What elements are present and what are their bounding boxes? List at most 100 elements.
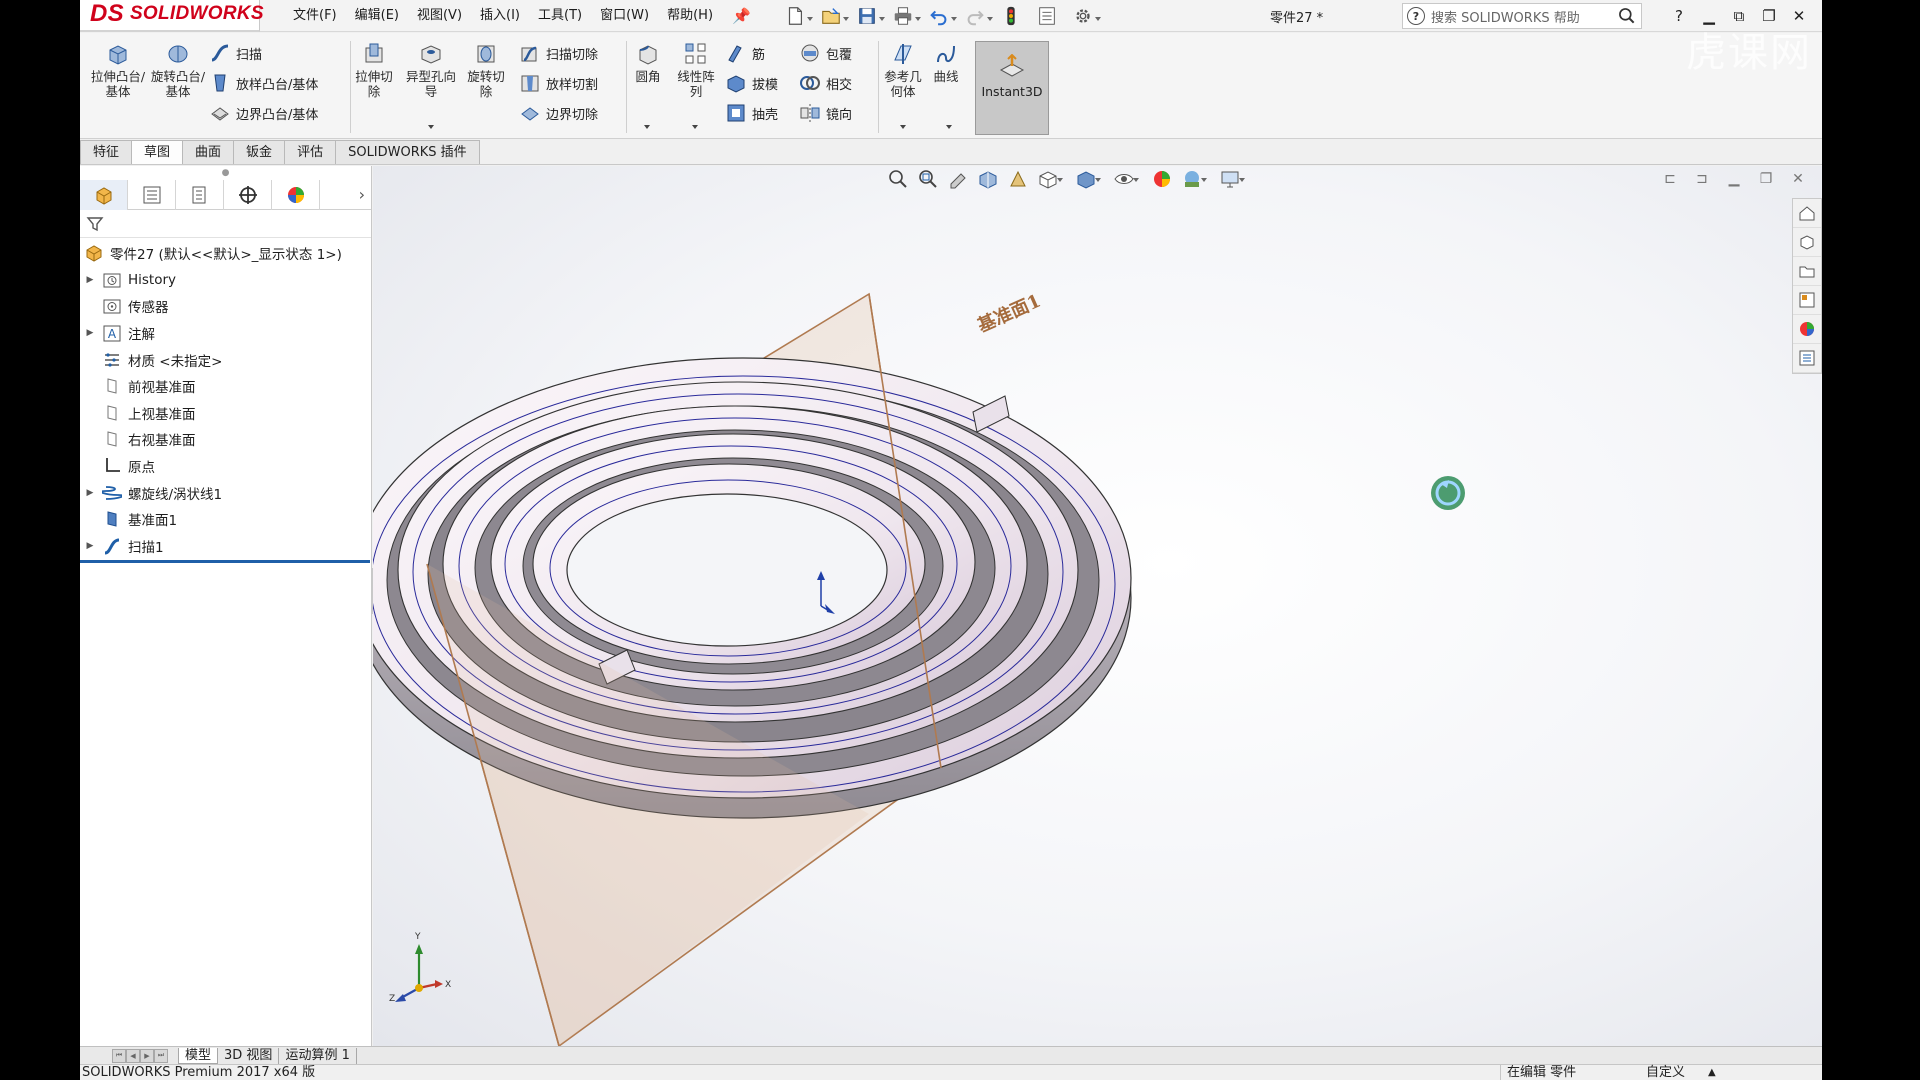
print-button[interactable] — [885, 2, 921, 30]
origin-icon — [106, 458, 120, 472]
panel-grip[interactable]: ● — [80, 166, 371, 180]
graphics-area[interactable]: ⊏ ⊐ ▁ ❐ ✕ 基准面1 Y X Z — [373, 166, 1822, 1046]
expand-arrow-icon[interactable]: ▶ — [80, 488, 100, 498]
extrude-cut-button[interactable]: 拉伸切除 — [352, 39, 396, 99]
tree-item-sensors[interactable]: 传感器 — [80, 293, 371, 320]
rollback-bar[interactable] — [80, 560, 370, 564]
part-icon — [86, 245, 102, 262]
boundary-cut-button[interactable]: 边界切除 — [518, 101, 598, 125]
tree-filter[interactable] — [80, 210, 371, 238]
options-button[interactable] — [1065, 2, 1101, 30]
revolve-cut-button[interactable]: 旋转切除 — [462, 39, 510, 99]
draft-icon — [727, 75, 745, 93]
tree-item-history[interactable]: ▶ History — [80, 267, 371, 294]
extrude-boss-button[interactable]: 拉伸凸台/基体 — [90, 39, 146, 99]
search-icon[interactable] — [1614, 4, 1640, 28]
plane-icon — [107, 511, 117, 527]
expand-arrow-icon[interactable]: ▶ — [80, 275, 100, 285]
file-properties-button[interactable] — [1029, 2, 1065, 30]
property-manager-tab[interactable] — [128, 179, 176, 210]
tree-item-plane1[interactable]: 基准面1 — [80, 506, 371, 533]
tree-item-origin[interactable]: 原点 — [80, 453, 371, 480]
tab-sheet-metal[interactable]: 钣金 — [233, 140, 286, 164]
tree-item-top-plane[interactable]: 上视基准面 — [80, 400, 371, 427]
menu-tools[interactable]: 工具(T) — [529, 1, 591, 31]
new-document-button[interactable] — [777, 2, 813, 30]
dimxpert-manager-tab[interactable] — [224, 179, 272, 210]
tree-item-front-plane[interactable]: 前视基准面 — [80, 373, 371, 400]
loft-cut-button[interactable]: 放样切割 — [518, 71, 598, 95]
caret-up-icon[interactable]: ▲ — [1708, 1065, 1716, 1080]
display-manager-tab[interactable] — [272, 179, 320, 210]
spiral-inner-hole — [566, 493, 888, 647]
tree-item-helix[interactable]: ▶ 螺旋线/涡状线1 — [80, 479, 371, 506]
redo-button[interactable] — [957, 2, 993, 30]
reference-geometry-button[interactable]: 参考几何体 — [880, 39, 926, 99]
tab-3d-views[interactable]: 3D 视图 — [218, 1047, 280, 1064]
tree-item-annotations[interactable]: ▶ A 注解 — [80, 320, 371, 347]
tree-root-label: 零件27 (默认<<默认>_显示状态 1>) — [110, 247, 342, 264]
configuration-manager-tab[interactable] — [176, 179, 224, 210]
expand-arrow-icon[interactable]: ▶ — [80, 328, 100, 338]
shell-button[interactable]: 抽壳 — [724, 101, 778, 125]
menu-insert[interactable]: 插入(I) — [471, 1, 529, 31]
tab-sketch[interactable]: 草图 — [131, 140, 184, 164]
new-document-icon — [788, 6, 802, 25]
loft-boss-button[interactable]: 放样凸台/基体 — [208, 71, 318, 95]
feature-manager-tab[interactable] — [80, 179, 128, 210]
curves-button[interactable]: 曲线 — [928, 39, 964, 84]
expand-arrow-icon[interactable]: ▶ — [80, 541, 100, 551]
tab-features[interactable]: 特征 — [80, 140, 133, 164]
tab-motion-study[interactable]: 运动算例 1 — [279, 1047, 357, 1064]
menu-window[interactable]: 窗口(W) — [591, 1, 658, 31]
status-units[interactable]: 自定义 — [1646, 1065, 1685, 1080]
boundary-boss-button[interactable]: 边界凸台/基体 — [208, 101, 318, 125]
pin-icon[interactable]: 📌 — [732, 7, 751, 25]
mirror-button[interactable]: 镜向 — [798, 101, 852, 125]
fillet-icon — [639, 45, 657, 65]
menu-view[interactable]: 视图(V) — [408, 1, 471, 31]
sweep-cut-button[interactable]: 扫描切除 — [518, 41, 598, 65]
solidworks-logo[interactable]: DS SOLIDWORKS — [80, 0, 264, 32]
document-title: 零件27 * — [1270, 11, 1324, 26]
wrap-button[interactable]: 包覆 — [798, 41, 852, 65]
chevron-right-icon[interactable]: › — [359, 185, 365, 204]
tree-item-right-plane[interactable]: 右视基准面 — [80, 426, 371, 453]
tree-item-material[interactable]: 材质 <未指定> — [80, 346, 371, 373]
next-tab-arrow-icon[interactable]: ▶ — [140, 1048, 154, 1063]
help-search-input[interactable]: ? 搜索 SOLIDWORKS 帮助 — [1402, 3, 1642, 29]
intersect-icon — [800, 76, 820, 90]
tab-evaluate[interactable]: 评估 — [284, 140, 337, 164]
hole-wizard-icon — [421, 45, 441, 64]
intersect-button[interactable]: 相交 — [798, 71, 852, 95]
filter-icon — [86, 216, 104, 231]
help-icon: ? — [1407, 7, 1425, 25]
tab-addins[interactable]: SOLIDWORKS 插件 — [335, 140, 480, 164]
undo-button[interactable] — [921, 2, 957, 30]
plane-icon — [107, 431, 117, 448]
open-button[interactable] — [813, 2, 849, 30]
fillet-button[interactable]: 圆角 — [630, 39, 666, 84]
hole-wizard-button[interactable]: 异型孔向导 — [406, 39, 456, 99]
tree-item-sweep1[interactable]: ▶ 扫描1 — [80, 533, 371, 560]
instant3d-button[interactable]: Instant3D — [975, 41, 1049, 135]
draft-button[interactable]: 拔模 — [724, 71, 778, 95]
revolve-boss-button[interactable]: 旋转凸台/基体 — [150, 39, 206, 99]
prev-tab-arrow-icon[interactable]: ◀ — [126, 1048, 140, 1063]
linear-pattern-button[interactable]: 线性阵列 — [672, 39, 720, 99]
rebuild-button[interactable] — [993, 2, 1029, 30]
loft-boss-icon — [214, 74, 226, 92]
sweep-button[interactable]: 扫描 — [208, 41, 262, 65]
tree-root-part[interactable]: 零件27 (默认<<默认>_显示状态 1>) — [80, 240, 371, 267]
menu-edit[interactable]: 编辑(E) — [346, 1, 408, 31]
menu-help[interactable]: 帮助(H) — [658, 1, 722, 31]
model-view[interactable] — [373, 166, 1822, 1046]
save-button[interactable] — [849, 2, 885, 30]
plane-icon — [107, 378, 117, 394]
rib-button[interactable]: 筋 — [724, 41, 765, 65]
tab-model[interactable]: 模型 — [178, 1047, 219, 1064]
first-tab-arrow-icon[interactable]: ⏮ — [112, 1048, 126, 1063]
tab-surfaces[interactable]: 曲面 — [182, 140, 235, 164]
menu-file[interactable]: 文件(F) — [284, 1, 346, 31]
last-tab-arrow-icon[interactable]: ⏭ — [154, 1048, 168, 1063]
